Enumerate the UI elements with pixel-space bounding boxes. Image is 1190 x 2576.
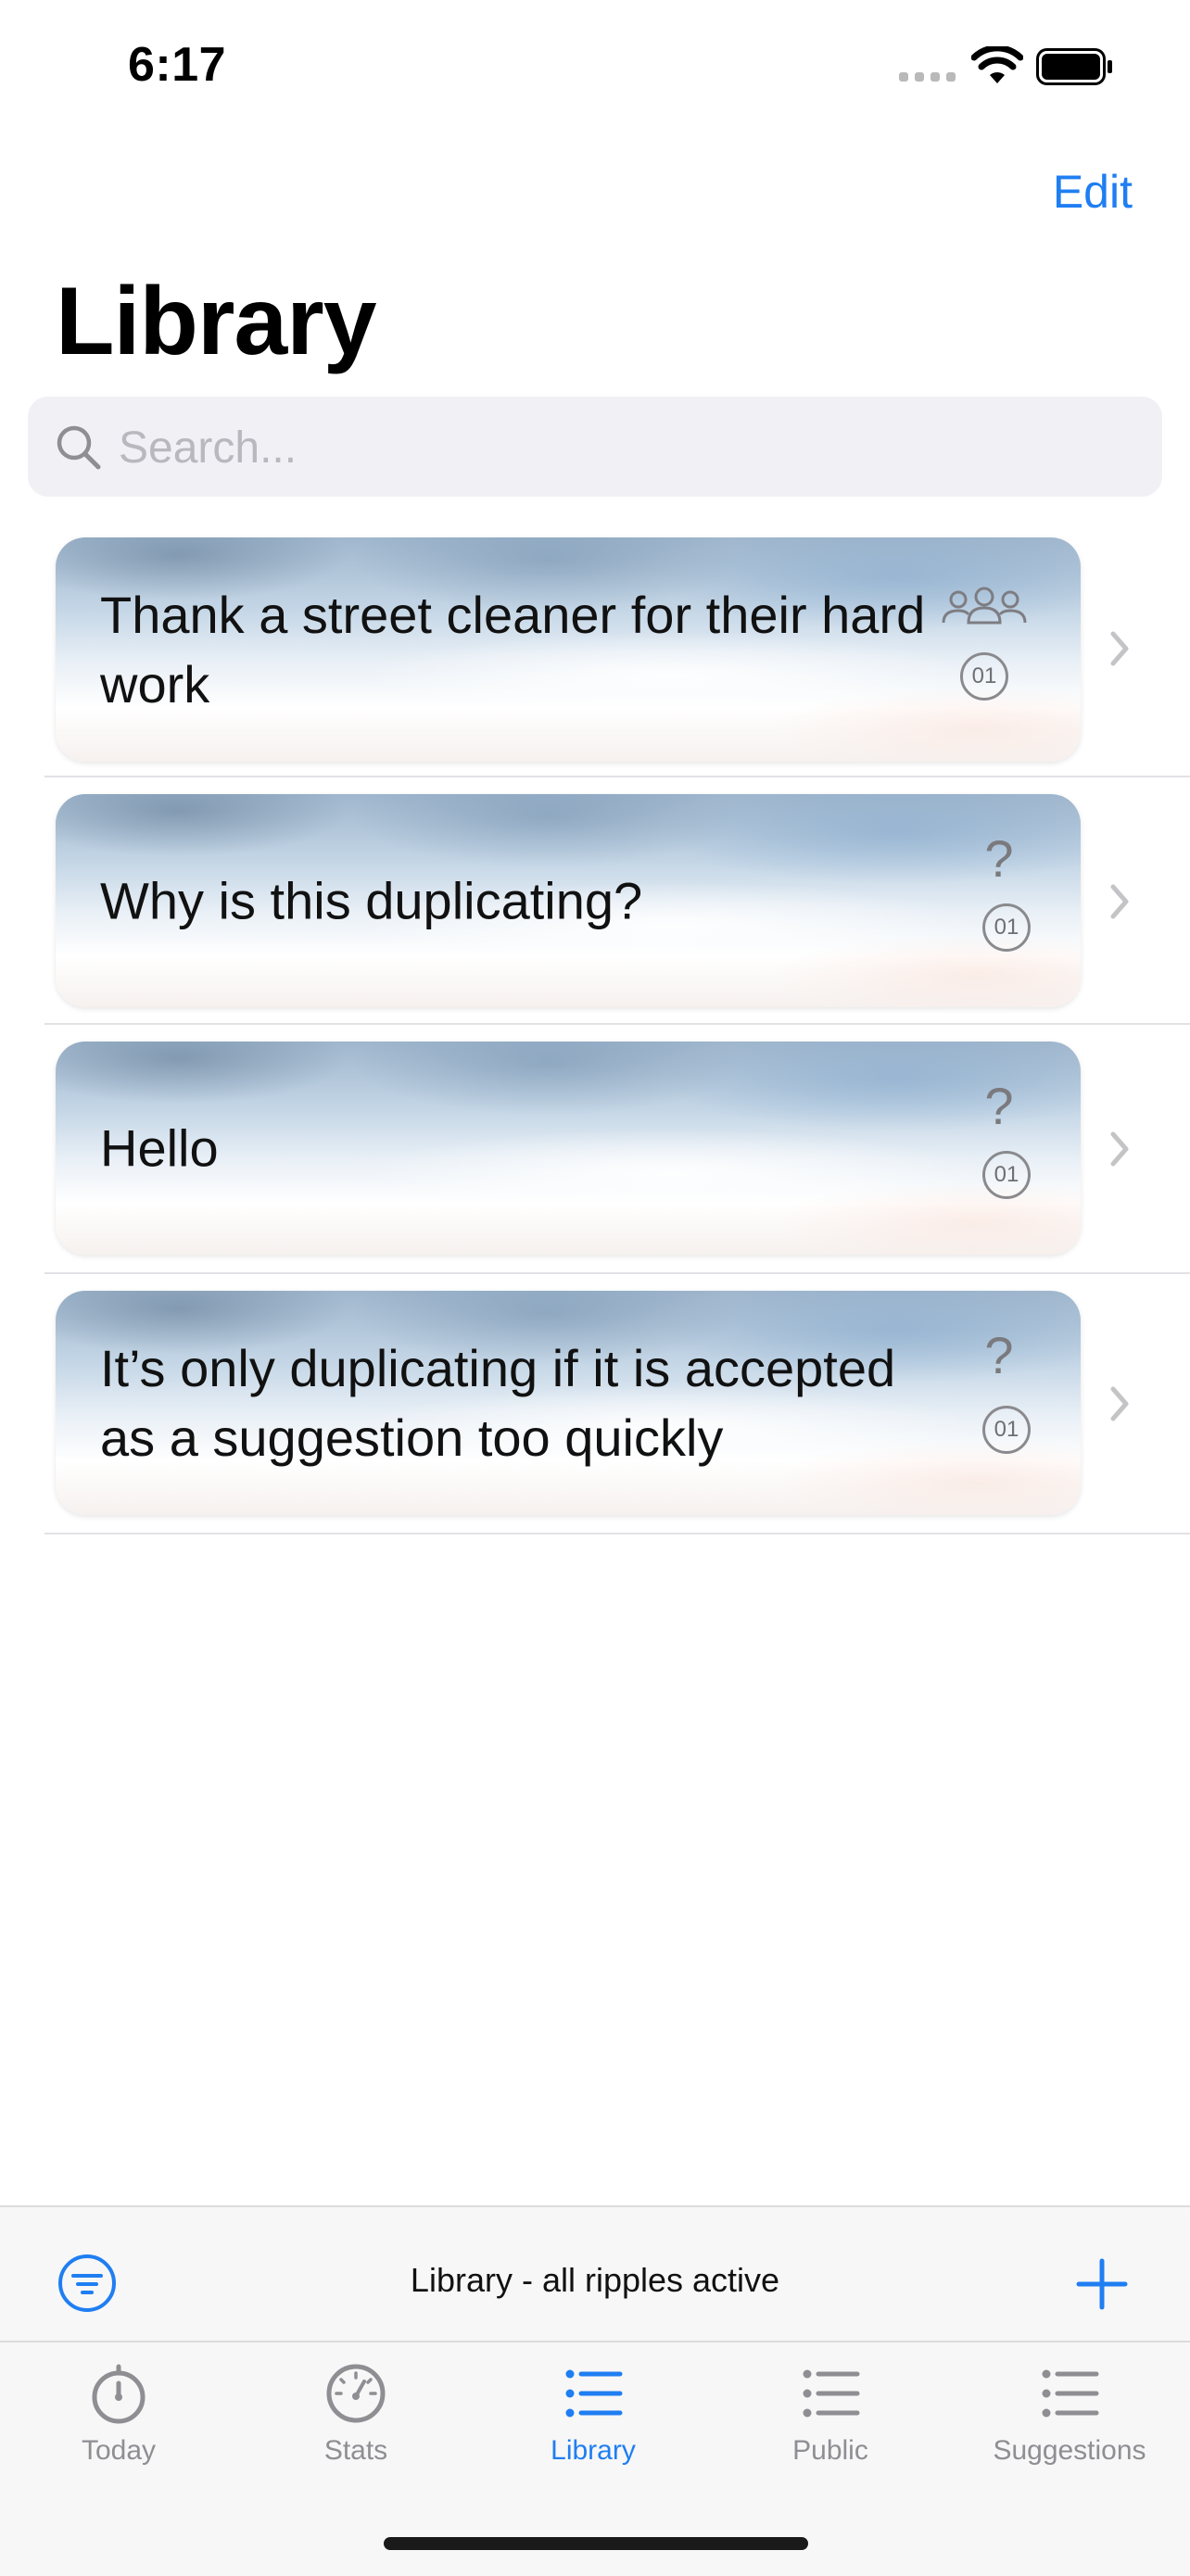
ripple-card[interactable]: It’s only duplicating if it is accepted …	[56, 1291, 1081, 1515]
tab-stats[interactable]: Stats	[263, 2361, 449, 2467]
question-icon: ?	[984, 829, 1014, 888]
search-input[interactable]	[117, 413, 1140, 482]
list-icon	[1042, 2369, 1099, 2418]
tab-label: Stats	[323, 2435, 388, 2466]
ripple-text: Thank a street cleaner for their hard wo…	[100, 586, 926, 713]
list-icon	[565, 2369, 623, 2418]
list-item[interactable]: Thank a street cleaner for their hard wo…	[0, 519, 1190, 777]
stopwatch-icon	[92, 2364, 146, 2424]
question-icon: ?	[984, 1326, 1014, 1384]
page-title: Library	[56, 268, 377, 375]
tab-library[interactable]: Library	[500, 2361, 686, 2467]
cellular-signal-icon	[899, 72, 956, 83]
ripple-text: Why is this duplicating?	[100, 871, 643, 930]
chevron-right-icon	[1110, 1386, 1129, 1421]
ripple-card[interactable]: Hello ? 01	[56, 1042, 1081, 1255]
tab-label: Today	[81, 2435, 157, 2466]
chevron-right-icon	[1110, 1131, 1129, 1167]
chevron-right-icon	[1110, 631, 1129, 666]
ripple-text: Hello	[100, 1118, 219, 1178]
tab-label: Library	[551, 2435, 636, 2466]
list-item[interactable]: Why is this duplicating? ? 01	[0, 777, 1190, 1025]
tab-label: Suggestions	[993, 2435, 1146, 2466]
battery-icon	[1036, 48, 1112, 85]
home-indicator[interactable]	[384, 2537, 808, 2550]
ripple-card[interactable]: Thank a street cleaner for their hard wo…	[56, 537, 1081, 762]
tab-suggestions[interactable]: Suggestions	[977, 2361, 1162, 2467]
plus-icon[interactable]	[1075, 2257, 1129, 2311]
chevron-right-icon	[1110, 884, 1129, 919]
search-icon	[57, 425, 101, 470]
status-bar: 6:17	[0, 0, 1190, 139]
tab-label: Public	[792, 2435, 868, 2466]
question-icon: ?	[984, 1077, 1014, 1135]
group-icon	[942, 587, 1027, 625]
ripple-card[interactable]: Why is this duplicating? ? 01	[56, 794, 1081, 1007]
row-separator	[44, 1533, 1190, 1534]
count-badge: 01	[982, 1151, 1031, 1199]
count-badge: 01	[982, 1406, 1031, 1454]
search-bar[interactable]	[28, 397, 1162, 497]
library-status-text: Library - all ripples active	[410, 2261, 780, 2299]
list-item[interactable]: It’s only duplicating if it is accepted …	[0, 1274, 1190, 1534]
tab-public[interactable]: Public	[738, 2361, 923, 2467]
edit-button[interactable]: Edit	[1053, 165, 1133, 219]
ripple-text: It’s only duplicating if it is accepted …	[100, 1339, 896, 1467]
list-item[interactable]: Hello ? 01	[0, 1025, 1190, 1274]
gauge-icon	[326, 2364, 386, 2423]
list-icon	[803, 2369, 860, 2418]
status-time: 6:17	[128, 38, 227, 92]
count-badge: 01	[982, 903, 1031, 952]
wifi-icon	[971, 46, 1023, 83]
count-badge: 01	[960, 652, 1008, 701]
tab-today[interactable]: Today	[26, 2361, 211, 2467]
